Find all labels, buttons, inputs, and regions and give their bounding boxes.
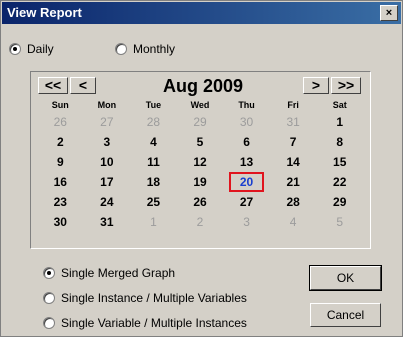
weekday-header: Thu: [238, 100, 255, 110]
calendar-day[interactable]: 25: [130, 192, 177, 212]
calendar-day[interactable]: 13: [223, 152, 270, 172]
calendar-day[interactable]: 2: [37, 132, 84, 152]
calendar-day-prev-month[interactable]: 31: [270, 112, 317, 132]
calendar-day[interactable]: 6: [223, 132, 270, 152]
instance-multi-vars-radio-indicator[interactable]: [43, 292, 55, 304]
calendar-day[interactable]: 26: [177, 192, 224, 212]
single-merged-radio[interactable]: Single Merged Graph: [43, 266, 175, 280]
calendar-day[interactable]: 17: [84, 172, 131, 192]
calendar-day[interactable]: 23: [37, 192, 84, 212]
ok-button[interactable]: OK: [310, 266, 381, 290]
close-button[interactable]: ×: [380, 5, 398, 21]
window-title: View Report: [7, 5, 82, 20]
monthly-radio-label: Monthly: [133, 42, 176, 56]
calendar-day-selected[interactable]: 20: [223, 172, 270, 192]
weekday-header: Sun: [51, 100, 69, 110]
month-year-label: Aug 2009: [162, 76, 244, 96]
calendar-day-prev-month[interactable]: 28: [130, 112, 177, 132]
calendar-day[interactable]: 4: [130, 132, 177, 152]
calendar: << < Aug 2009 > >> Sun Mon Tue Wed Thu F…: [30, 71, 371, 249]
calendar-day[interactable]: 10: [84, 152, 131, 172]
calendar-day-prev-month[interactable]: 26: [37, 112, 84, 132]
calendar-day[interactable]: 8: [316, 132, 363, 152]
calendar-day[interactable]: 19: [177, 172, 224, 192]
calendar-day[interactable]: 7: [270, 132, 317, 152]
calendar-day[interactable]: 3: [84, 132, 131, 152]
daily-radio[interactable]: Daily: [9, 42, 54, 56]
calendar-day[interactable]: 30: [37, 212, 84, 232]
prev-year-button[interactable]: <<: [38, 77, 68, 94]
calendar-day-prev-month[interactable]: 27: [84, 112, 131, 132]
weekday-header: Mon: [97, 100, 117, 110]
calendar-day[interactable]: 14: [270, 152, 317, 172]
weekday-header: Wed: [190, 100, 210, 110]
weekday-header: Tue: [145, 100, 162, 110]
calendar-day[interactable]: 18: [130, 172, 177, 192]
calendar-day[interactable]: 12: [177, 152, 224, 172]
cancel-button[interactable]: Cancel: [310, 303, 381, 327]
calendar-day[interactable]: 24: [84, 192, 131, 212]
monthly-radio-indicator[interactable]: [115, 43, 127, 55]
calendar-day[interactable]: 29: [316, 192, 363, 212]
weekday-header: Sat: [332, 100, 347, 110]
prev-month-button[interactable]: <: [70, 77, 96, 94]
next-month-button[interactable]: >: [303, 77, 329, 94]
weekday-header: Fri: [287, 100, 299, 110]
calendar-day[interactable]: 9: [37, 152, 84, 172]
calendar-grid: Sun Mon Tue Wed Thu Fri Sat 26 27 28 29 …: [37, 100, 363, 232]
calendar-day[interactable]: 31: [84, 212, 131, 232]
variable-multi-instances-label: Single Variable / Multiple Instances: [61, 316, 247, 330]
next-year-button[interactable]: >>: [331, 77, 361, 94]
calendar-day[interactable]: 15: [316, 152, 363, 172]
calendar-day-prev-month[interactable]: 30: [223, 112, 270, 132]
single-merged-radio-indicator[interactable]: [43, 267, 55, 279]
calendar-day-next-month[interactable]: 4: [270, 212, 317, 232]
daily-radio-indicator[interactable]: [9, 43, 21, 55]
calendar-day[interactable]: 28: [270, 192, 317, 212]
instance-multi-vars-radio[interactable]: Single Instance / Multiple Variables: [43, 291, 247, 305]
calendar-day[interactable]: 27: [223, 192, 270, 212]
calendar-day-next-month[interactable]: 2: [177, 212, 224, 232]
calendar-day[interactable]: 11: [130, 152, 177, 172]
calendar-day[interactable]: 16: [37, 172, 84, 192]
calendar-day-next-month[interactable]: 5: [316, 212, 363, 232]
calendar-day-prev-month[interactable]: 29: [177, 112, 224, 132]
title-bar[interactable]: View Report ×: [2, 2, 401, 24]
view-report-dialog: View Report × Daily Monthly << < Aug 200…: [0, 0, 403, 337]
calendar-day-next-month[interactable]: 3: [223, 212, 270, 232]
calendar-day[interactable]: 5: [177, 132, 224, 152]
calendar-day[interactable]: 21: [270, 172, 317, 192]
variable-multi-instances-radio[interactable]: Single Variable / Multiple Instances: [43, 316, 247, 330]
calendar-day[interactable]: 1: [316, 112, 363, 132]
instance-multi-vars-label: Single Instance / Multiple Variables: [61, 291, 247, 305]
variable-multi-instances-radio-indicator[interactable]: [43, 317, 55, 329]
calendar-day[interactable]: 22: [316, 172, 363, 192]
monthly-radio[interactable]: Monthly: [115, 42, 175, 56]
daily-radio-label: Daily: [27, 42, 54, 56]
calendar-day-next-month[interactable]: 1: [130, 212, 177, 232]
single-merged-label: Single Merged Graph: [61, 266, 176, 280]
